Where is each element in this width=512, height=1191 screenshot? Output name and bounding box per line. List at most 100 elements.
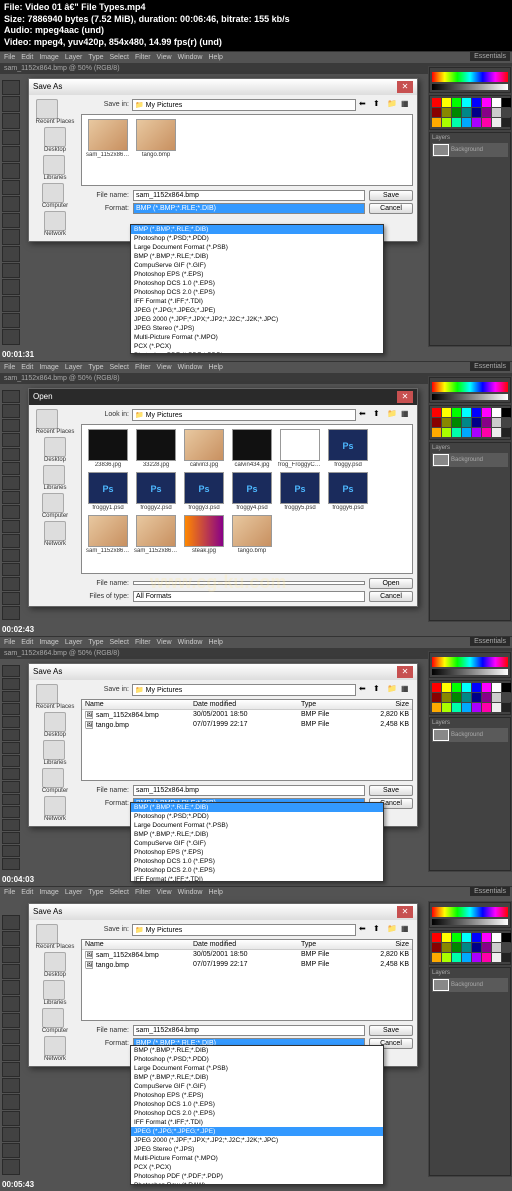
swatch[interactable] bbox=[502, 418, 511, 427]
format-option[interactable]: BMP (*.BMP;*.RLE;*.DIB) bbox=[131, 1073, 383, 1082]
menu-view[interactable]: View bbox=[157, 639, 172, 646]
format-option[interactable]: JPEG (*.JPG;*.JPEG;*.JPE) bbox=[131, 306, 383, 315]
tool-9[interactable] bbox=[2, 1062, 20, 1077]
menu-type[interactable]: Type bbox=[88, 889, 103, 896]
format-option[interactable]: Photoshop DCS 1.0 (*.EPS) bbox=[131, 857, 383, 866]
place-computer[interactable]: Computer bbox=[42, 493, 68, 519]
swatch[interactable] bbox=[482, 408, 491, 417]
menu-filter[interactable]: Filter bbox=[135, 54, 151, 61]
tool-13[interactable] bbox=[2, 577, 20, 590]
swatch[interactable] bbox=[452, 408, 461, 417]
tool-12[interactable] bbox=[2, 563, 20, 576]
format-option[interactable]: BMP (*.BMP;*.RLE;*.DIB) bbox=[131, 803, 383, 812]
swatch[interactable] bbox=[462, 703, 471, 712]
swatches-panel[interactable] bbox=[429, 930, 511, 965]
swatch[interactable] bbox=[442, 408, 451, 417]
format-option[interactable]: Photoshop DCS 2.0 (*.EPS) bbox=[131, 866, 383, 875]
swatch[interactable] bbox=[462, 693, 471, 702]
nav-icons[interactable]: ⬅⬆📁▦ bbox=[359, 99, 413, 111]
swatch[interactable] bbox=[492, 693, 501, 702]
swatch[interactable] bbox=[482, 428, 491, 437]
swatch[interactable] bbox=[472, 943, 481, 952]
file-thumb[interactable]: frog_FroggyCs.jpg bbox=[278, 429, 322, 468]
menu-edit[interactable]: Edit bbox=[21, 639, 33, 646]
color-panel[interactable] bbox=[429, 652, 511, 678]
swatch[interactable] bbox=[442, 418, 451, 427]
file-thumb[interactable]: Psfroggy1.psd bbox=[86, 472, 130, 511]
file-thumb[interactable]: Psfroggy.psd bbox=[326, 429, 370, 468]
place-desktop[interactable]: Desktop bbox=[44, 952, 66, 978]
swatch[interactable] bbox=[452, 693, 461, 702]
file-thumb[interactable]: Psfroggy4.psd bbox=[230, 472, 274, 511]
tool-6[interactable] bbox=[2, 1013, 20, 1028]
tool-13[interactable] bbox=[2, 832, 20, 844]
menu-edit[interactable]: Edit bbox=[21, 364, 33, 371]
format-option[interactable]: Photoshop EPS (*.EPS) bbox=[131, 270, 383, 279]
tool-6[interactable] bbox=[2, 742, 20, 754]
gray-bar-icon[interactable] bbox=[432, 919, 508, 925]
tool-2[interactable] bbox=[2, 691, 20, 703]
dialog-titlebar[interactable]: Save As ✕ bbox=[29, 904, 417, 920]
tool-11[interactable] bbox=[2, 1094, 20, 1109]
format-option[interactable]: CompuServe GIF (*.GIF) bbox=[131, 261, 383, 270]
color-panel[interactable] bbox=[429, 377, 511, 403]
tool-11[interactable] bbox=[2, 263, 20, 279]
swatch[interactable] bbox=[482, 703, 491, 712]
place-desktop[interactable]: Desktop bbox=[44, 127, 66, 153]
tool-11[interactable] bbox=[2, 806, 20, 818]
tool-5[interactable] bbox=[2, 996, 20, 1011]
tool-15[interactable] bbox=[2, 606, 20, 619]
menu-image[interactable]: Image bbox=[39, 364, 58, 371]
place-libraries[interactable]: Libraries bbox=[43, 155, 66, 181]
color-panel[interactable] bbox=[429, 902, 511, 928]
menu-select[interactable]: Select bbox=[110, 889, 129, 896]
swatch[interactable] bbox=[492, 118, 501, 127]
place-recent-places[interactable]: Recent Places bbox=[36, 99, 75, 125]
tool-6[interactable] bbox=[2, 180, 20, 196]
tool-7[interactable] bbox=[2, 196, 20, 212]
format-option[interactable]: PCX (*.PCX) bbox=[131, 1163, 383, 1172]
menu-file[interactable]: File bbox=[4, 364, 15, 371]
swatch[interactable] bbox=[472, 933, 481, 942]
menu-file[interactable]: File bbox=[4, 54, 15, 61]
tool-1[interactable] bbox=[2, 96, 20, 112]
swatch[interactable] bbox=[472, 418, 481, 427]
swatch[interactable] bbox=[452, 703, 461, 712]
place-recent-places[interactable]: Recent Places bbox=[36, 684, 75, 710]
file-thumb[interactable]: steak.jpg bbox=[182, 515, 226, 554]
close-icon[interactable]: ✕ bbox=[397, 391, 413, 403]
tool-10[interactable] bbox=[2, 534, 20, 547]
swatch[interactable] bbox=[472, 118, 481, 127]
format-option[interactable]: Photoshop (*.PSD;*.PDD) bbox=[131, 234, 383, 243]
swatch[interactable] bbox=[502, 693, 511, 702]
swatch[interactable] bbox=[432, 98, 441, 107]
gray-bar-icon[interactable] bbox=[432, 84, 508, 90]
swatch[interactable] bbox=[462, 98, 471, 107]
swatch[interactable] bbox=[502, 703, 511, 712]
place-computer[interactable]: Computer bbox=[42, 1008, 68, 1034]
open-button[interactable]: Open bbox=[369, 578, 413, 589]
layers-panel[interactable]: Layers Background bbox=[429, 132, 511, 346]
file-thumb[interactable]: tango.bmp bbox=[134, 119, 178, 158]
menu-layer[interactable]: Layer bbox=[65, 639, 83, 646]
menu-layer[interactable]: Layer bbox=[65, 54, 83, 61]
tool-15[interactable] bbox=[2, 1159, 20, 1174]
tool-9[interactable] bbox=[2, 229, 20, 245]
color-panel[interactable] bbox=[429, 67, 511, 93]
swatch[interactable] bbox=[432, 418, 441, 427]
workspace-switcher[interactable]: Essentials bbox=[470, 887, 510, 896]
swatch[interactable] bbox=[442, 118, 451, 127]
menu-layer[interactable]: Layer bbox=[65, 889, 83, 896]
format-option[interactable]: Photoshop PDF (*.PDF;*.PDP) bbox=[131, 1172, 383, 1181]
format-option[interactable]: JPEG 2000 (*.JPF;*.JPX;*.JP2;*.J2C;*.J2K… bbox=[131, 1136, 383, 1145]
tool-6[interactable] bbox=[2, 476, 20, 489]
swatch[interactable] bbox=[432, 703, 441, 712]
swatch[interactable] bbox=[432, 408, 441, 417]
tool-8[interactable] bbox=[2, 1045, 20, 1060]
file-browser[interactable]: sam_1152x864.b..tango.bmp bbox=[81, 114, 413, 186]
tool-5[interactable] bbox=[2, 163, 20, 179]
tool-3[interactable] bbox=[2, 964, 20, 979]
swatch[interactable] bbox=[502, 108, 511, 117]
swatch[interactable] bbox=[492, 933, 501, 942]
lookin-dropdown[interactable]: 📁 My Pictures bbox=[132, 409, 356, 421]
